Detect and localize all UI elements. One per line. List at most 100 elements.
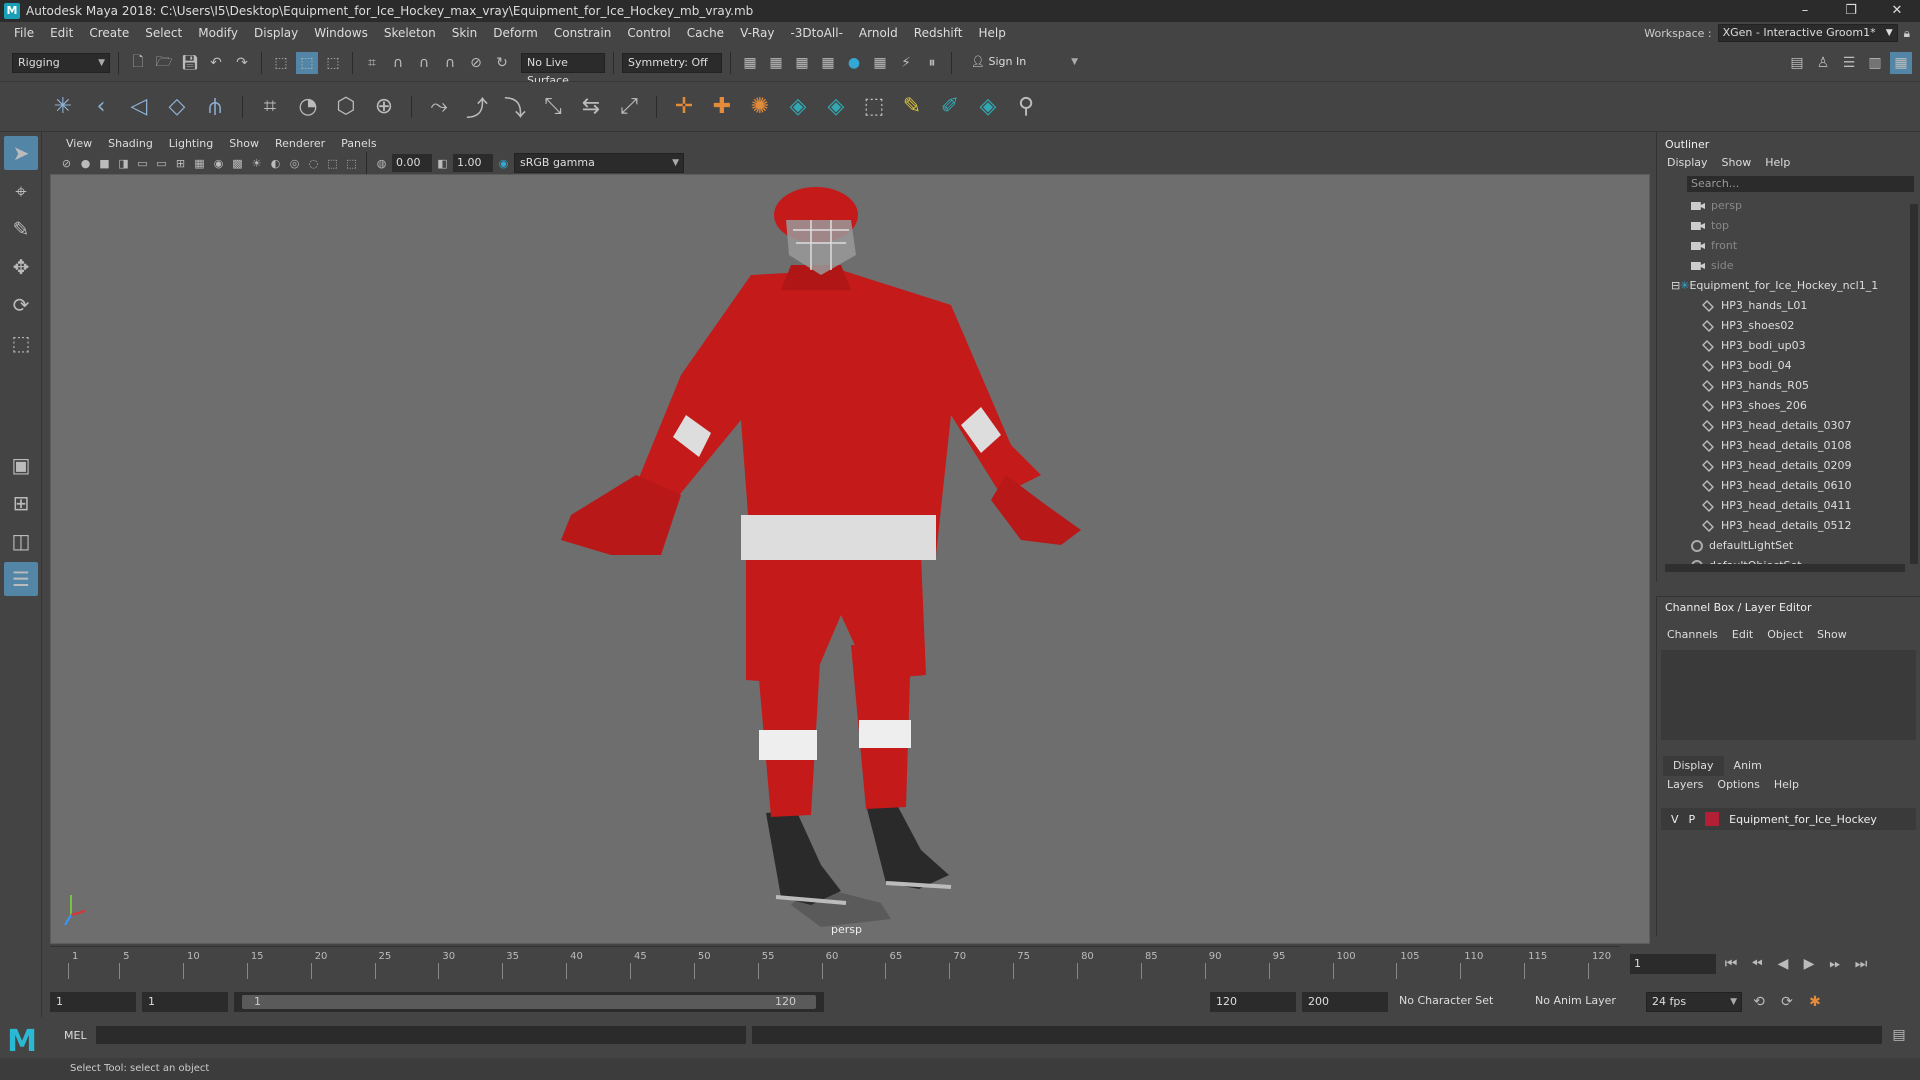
pin-icon[interactable]: ⚲ <box>1011 90 1041 124</box>
animation-start-field[interactable]: 1 <box>50 992 136 1012</box>
step-back-key-icon[interactable]: ⏪︎ <box>1746 953 1768 975</box>
point-constraint-icon[interactable]: ⤳ <box>424 90 454 124</box>
anim-layer-dropdown[interactable]: No Anim Layer <box>1530 992 1640 1012</box>
paint-tool-icon[interactable]: ✎ <box>897 90 927 124</box>
joint-tool-icon[interactable]: ✳︎ <box>48 90 78 124</box>
channel-box-body[interactable] <box>1661 650 1916 740</box>
select-hierarchy-icon[interactable]: ⬚ <box>270 52 292 74</box>
aim-constraint-icon[interactable]: ⤴ <box>462 90 492 124</box>
character-set-dropdown[interactable]: No Character Set <box>1394 992 1524 1012</box>
menu-3dtoall[interactable]: -3DtoAll- <box>782 26 850 40</box>
ambient-occlusion-icon[interactable]: ◎ <box>286 154 303 172</box>
outliner-item[interactable]: HP3_hands_R05 <box>1657 376 1920 396</box>
paint-select-icon[interactable]: ✎ <box>4 212 38 246</box>
viewport-menu-renderer[interactable]: Renderer <box>267 137 333 150</box>
outliner-item[interactable]: HP3_shoes02 <box>1657 316 1920 336</box>
open-scene-icon[interactable]: 🗁︎ <box>153 52 175 74</box>
playback-end-field[interactable]: 120 <box>1210 992 1296 1012</box>
menu-select[interactable]: Select <box>137 26 190 40</box>
retarget-icon[interactable]: ◈ <box>821 90 851 124</box>
outliner-item[interactable]: HP3_bodi_04 <box>1657 356 1920 376</box>
pole-vector-icon[interactable]: ⤢ <box>614 90 644 124</box>
lights-icon[interactable]: ☀︎ <box>248 154 265 172</box>
outliner-horizontal-scrollbar[interactable] <box>1665 564 1905 572</box>
outliner-item[interactable]: HP3_hands_L01 <box>1657 296 1920 316</box>
outliner-item[interactable]: top <box>1657 216 1920 236</box>
layer-menu-layers[interactable]: Layers <box>1667 776 1703 794</box>
mirror-joint-icon[interactable]: ✚ <box>707 90 737 124</box>
outliner-menu-display[interactable]: Display <box>1667 154 1708 172</box>
gamma-icon[interactable]: ◧ <box>434 154 451 172</box>
menu-file[interactable]: File <box>6 26 42 40</box>
outliner-item[interactable]: side <box>1657 256 1920 276</box>
select-object-icon[interactable]: ⬚ <box>296 51 318 74</box>
hypershade-icon[interactable]: ● <box>843 52 865 74</box>
grid-toggle-icon[interactable]: ⊞ <box>172 154 189 172</box>
snap-live-icon[interactable]: ⊘ <box>465 52 487 74</box>
playback-start-field[interactable]: 1 <box>142 992 228 1012</box>
snap-surface-icon[interactable]: ↻ <box>491 52 513 74</box>
auto-key-icon[interactable]: ⟳ <box>1776 991 1798 1013</box>
undo-icon[interactable]: ↶ <box>205 52 227 74</box>
outliner-item[interactable]: HP3_head_details_0610 <box>1657 476 1920 496</box>
sign-in-button[interactable]: 👤︎ Sign In ▼ <box>966 52 1082 73</box>
outliner-item[interactable]: HP3_head_details_0411 <box>1657 496 1920 516</box>
cluster-icon[interactable]: ◔ <box>293 90 323 124</box>
outliner-item[interactable]: HP3_head_details_0307 <box>1657 416 1920 436</box>
channel-menu-channels[interactable]: Channels <box>1667 626 1718 644</box>
animation-end-field[interactable]: 200 <box>1302 992 1388 1012</box>
outliner-item[interactable]: ⊟ ✳︎ Equipment_for_Ice_Hockey_ncl1_1 <box>1657 276 1920 296</box>
menu-skin[interactable]: Skin <box>444 26 486 40</box>
channel-menu-show[interactable]: Show <box>1817 626 1847 644</box>
select-tool-icon[interactable]: ➤ <box>4 136 38 170</box>
film-gate-icon[interactable]: ▭ <box>134 154 151 172</box>
snap-point-icon[interactable]: ∩ <box>413 52 435 74</box>
channel-box-icon[interactable]: ▦ <box>1890 52 1912 74</box>
step-back-frame-icon[interactable]: ◀ <box>1772 953 1794 975</box>
channel-menu-edit[interactable]: Edit <box>1732 626 1753 644</box>
go-to-start-icon[interactable]: ⏮︎ <box>1720 953 1742 975</box>
character-controls-icon[interactable]: ♙ <box>1812 52 1834 74</box>
tab-anim[interactable]: Anim <box>1724 756 1772 776</box>
range-slider-handle[interactable] <box>242 995 816 1009</box>
outliner-item[interactable]: front <box>1657 236 1920 256</box>
redo-icon[interactable]: ↷ <box>231 52 253 74</box>
ipr-render-icon[interactable]: ▦ <box>791 52 813 74</box>
bookmark-icon[interactable]: ■ <box>96 154 113 172</box>
shadows-icon[interactable]: ◐ <box>267 154 284 172</box>
quick-rig-icon[interactable]: ◈ <box>973 90 1003 124</box>
menu-help[interactable]: Help <box>970 26 1013 40</box>
color-space-dropdown[interactable]: sRGB gamma ▼ <box>514 153 684 173</box>
select-camera-icon[interactable]: ⊘ <box>58 154 75 172</box>
vray-render-icon[interactable]: ▦ <box>869 52 891 74</box>
attribute-editor-icon[interactable]: ☰ <box>1838 52 1860 74</box>
menu-arnold[interactable]: Arnold <box>851 26 906 40</box>
bind-skin-icon[interactable]: ◇ <box>162 90 192 124</box>
render-frame-icon[interactable]: ▦ <box>765 52 787 74</box>
viewport-menu-lighting[interactable]: Lighting <box>161 137 221 150</box>
four-view-icon[interactable]: ⊞ <box>4 486 38 520</box>
viewport-menu-show[interactable]: Show <box>221 137 267 150</box>
outliner-item[interactable]: persp <box>1657 196 1920 216</box>
menu-windows[interactable]: Windows <box>306 26 376 40</box>
snap-view-plane-icon[interactable]: ∩ <box>439 52 461 74</box>
rotate-tool-icon[interactable]: ⟳ <box>4 288 38 322</box>
menu-control[interactable]: Control <box>619 26 678 40</box>
lasso-tool-icon[interactable]: ⌖ <box>4 174 38 208</box>
isolate-select-icon[interactable]: ⬚ <box>324 154 341 172</box>
layer-menu-options[interactable]: Options <box>1717 776 1759 794</box>
current-frame-field[interactable]: 1 <box>1630 954 1716 974</box>
close-button[interactable]: ✕ <box>1874 0 1920 22</box>
animation-prefs-icon[interactable]: ✱ <box>1804 991 1826 1013</box>
outliner-menu-show[interactable]: Show <box>1722 154 1752 172</box>
tab-display[interactable]: Display <box>1663 756 1724 776</box>
wrap-icon[interactable]: ⬡ <box>331 90 361 124</box>
blendshape-icon[interactable]: ⊕ <box>369 90 399 124</box>
save-scene-icon[interactable]: 💾︎ <box>179 52 201 74</box>
layer-row[interactable]: V P Equipment_for_Ice_Hockey <box>1661 808 1916 830</box>
render-view-icon[interactable]: ▦ <box>739 52 761 74</box>
new-scene-icon[interactable]: 🗋︎ <box>127 52 149 74</box>
smooth-shade-icon[interactable]: ◉ <box>210 154 227 172</box>
go-to-end-icon[interactable]: ⏭︎ <box>1850 953 1872 975</box>
outliner-menu-help[interactable]: Help <box>1765 154 1790 172</box>
